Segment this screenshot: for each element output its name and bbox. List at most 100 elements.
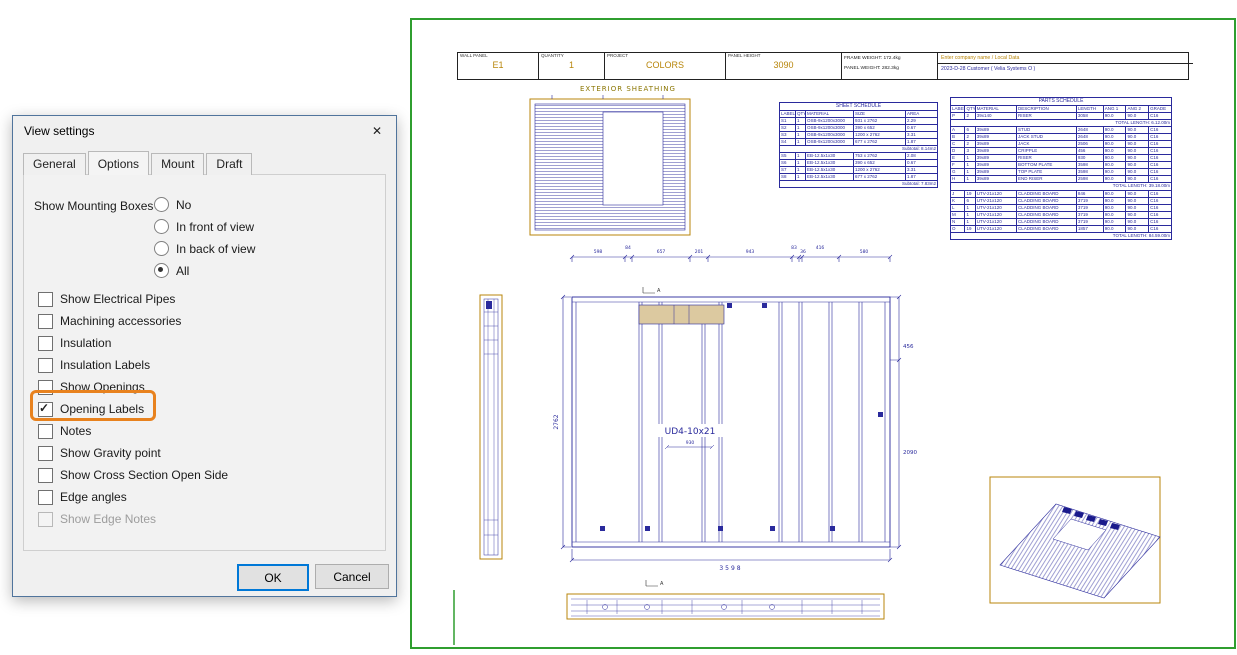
dim-top-1: 84 bbox=[625, 245, 631, 251]
radio-circle[interactable] bbox=[154, 241, 169, 256]
checkbox-box[interactable] bbox=[38, 380, 53, 395]
checkbox-box-disabled bbox=[38, 512, 53, 527]
dim-top-4: 943 bbox=[746, 249, 755, 255]
title-block-panel-height: PANEL HEIGHT 3090 bbox=[726, 53, 842, 79]
wall-panel-value: E1 bbox=[458, 59, 538, 72]
checkbox-label: Opening Labels bbox=[60, 402, 144, 416]
checkbox-box-checked[interactable] bbox=[38, 402, 53, 417]
sheet-schedule-table: SHEET SCHEDULE LABEL QTY MATERIAL SIZE A… bbox=[779, 102, 937, 188]
checkbox-label: Show Gravity point bbox=[60, 446, 161, 460]
panel-weight: PANEL WEIGHT: 282.3kg bbox=[842, 63, 937, 73]
checkbox-box[interactable] bbox=[38, 424, 53, 439]
dim-top-2: 657 bbox=[657, 249, 666, 255]
checkbox-box[interactable] bbox=[38, 468, 53, 483]
side-edge-view bbox=[480, 295, 502, 559]
tab-draft[interactable]: Draft bbox=[206, 153, 252, 175]
title-block-project: PROJECT COLORS bbox=[605, 53, 726, 79]
dialog-titlebar[interactable]: View settings bbox=[13, 116, 396, 146]
dim-right-bottom: 2090 bbox=[903, 450, 917, 456]
dim-right-top: 456 bbox=[903, 344, 914, 350]
checkbox-box[interactable] bbox=[38, 336, 53, 351]
top-dimension-chain: 598 84 657 201 943 83 36 416 580 bbox=[570, 245, 892, 262]
section-marker-bottom: A bbox=[660, 581, 664, 587]
radio-in-front-of-view[interactable]: In front of view bbox=[154, 219, 254, 234]
project-value: COLORS bbox=[605, 59, 725, 72]
cancel-button[interactable]: Cancel bbox=[315, 564, 389, 589]
checkbox-list: Show Electrical Pipes Machining accessor… bbox=[38, 288, 228, 530]
checkbox-box[interactable] bbox=[38, 490, 53, 505]
cad-viewport: EXTERIOR SHEATHING 598 84 657 201 943 83… bbox=[410, 18, 1236, 649]
title-block-company: Enter company name / Local Data 2023-D-2… bbox=[938, 53, 1193, 79]
frame-weight: FRAME WEIGHT: 172.4kg bbox=[842, 53, 937, 63]
dim-left: 2762 bbox=[553, 414, 560, 429]
dim-top-0: 598 bbox=[594, 249, 603, 255]
dim-top-7: 416 bbox=[816, 245, 825, 251]
title-block: WALL PANEL E1 QUANTITY 1 PROJECT COLORS … bbox=[457, 52, 1189, 80]
sheathing-view: EXTERIOR SHEATHING bbox=[530, 85, 690, 235]
checkbox-opening-labels[interactable]: Opening Labels bbox=[38, 398, 228, 420]
section-marker-top: A bbox=[657, 288, 661, 294]
tab-mount[interactable]: Mount bbox=[151, 153, 204, 175]
checkbox-box[interactable] bbox=[38, 358, 53, 373]
company-line: Enter company name / Local Data bbox=[938, 53, 1193, 64]
sheet-schedule-title: SHEET SCHEDULE bbox=[780, 103, 938, 111]
radio-label: In front of view bbox=[176, 220, 254, 234]
checkbox-show-cross-section-open-side[interactable]: Show Cross Section Open Side bbox=[38, 464, 228, 486]
door-header bbox=[639, 305, 724, 324]
radio-label: No bbox=[176, 198, 191, 212]
checkbox-show-gravity-point[interactable]: Show Gravity point bbox=[38, 442, 228, 464]
checkbox-label: Show Cross Section Open Side bbox=[60, 468, 228, 482]
checkbox-show-electrical-pipes[interactable]: Show Electrical Pipes bbox=[38, 288, 228, 310]
mounting-boxes bbox=[600, 303, 883, 531]
tab-general[interactable]: General bbox=[23, 153, 86, 175]
radio-in-back-of-view[interactable]: In back of view bbox=[154, 241, 255, 256]
customer-line: 2023-D-28 Customer ( Velia Systems O ) bbox=[938, 64, 1193, 73]
checkbox-label: Edge angles bbox=[60, 490, 127, 504]
radio-circle[interactable] bbox=[154, 197, 169, 212]
checkbox-label: Show Edge Notes bbox=[60, 512, 156, 526]
tab-strip: General Options Mount Draft bbox=[23, 153, 254, 175]
dim-bottom: 3598 bbox=[719, 565, 742, 572]
checkbox-label: Insulation bbox=[60, 336, 111, 350]
radio-no[interactable]: No bbox=[154, 197, 191, 212]
dialog-title: View settings bbox=[24, 124, 94, 138]
checkbox-show-edge-notes: Show Edge Notes bbox=[38, 508, 228, 530]
dim-top-5: 83 bbox=[791, 245, 797, 251]
bottom-plan-view bbox=[567, 594, 884, 619]
options-tab-panel: Show Mounting Boxes No In front of view … bbox=[23, 174, 386, 551]
checkbox-notes[interactable]: Notes bbox=[38, 420, 228, 442]
checkbox-box[interactable] bbox=[38, 314, 53, 329]
dim-top-6: 36 bbox=[800, 249, 806, 255]
dim-top-8: 580 bbox=[860, 249, 869, 255]
radio-circle[interactable] bbox=[154, 219, 169, 234]
checkbox-insulation[interactable]: Insulation bbox=[38, 332, 228, 354]
title-block-quantity: QUANTITY 1 bbox=[539, 53, 605, 79]
dim-top-3: 201 bbox=[695, 249, 704, 255]
parts-schedule-title: PARTS SCHEDULE bbox=[951, 98, 1172, 106]
radio-all[interactable]: All bbox=[154, 263, 189, 278]
parts-schedule-table: PARTS SCHEDULE LABEL QTY MATERIAL DESCRI… bbox=[950, 97, 1172, 240]
checkbox-show-openings[interactable]: Show Openings bbox=[38, 376, 228, 398]
frame-elevation-view: UD4-10x21 930 bbox=[572, 297, 890, 547]
checkbox-box[interactable] bbox=[38, 446, 53, 461]
checkbox-edge-angles[interactable]: Edge angles bbox=[38, 486, 228, 508]
checkbox-label: Insulation Labels bbox=[60, 358, 150, 372]
sheathing-view-title: EXTERIOR SHEATHING bbox=[580, 85, 676, 93]
checkbox-label: Show Electrical Pipes bbox=[60, 292, 175, 306]
checkbox-machining-accessories[interactable]: Machining accessories bbox=[38, 310, 228, 332]
opening-label: UD4-10x21 bbox=[665, 427, 716, 437]
radio-label: In back of view bbox=[176, 242, 255, 256]
title-block-weights: FRAME WEIGHT: 172.4kg PANEL WEIGHT: 282.… bbox=[842, 53, 938, 79]
view-settings-dialog: View settings ✕ General Options Mount Dr… bbox=[12, 115, 397, 597]
radio-label: All bbox=[176, 264, 189, 278]
radio-circle-selected[interactable] bbox=[154, 263, 169, 278]
tab-options[interactable]: Options bbox=[88, 151, 149, 175]
close-icon[interactable]: ✕ bbox=[359, 117, 395, 145]
opening-width-dim: 930 bbox=[686, 440, 695, 446]
checkbox-insulation-labels[interactable]: Insulation Labels bbox=[38, 354, 228, 376]
title-block-wall-panel: WALL PANEL E1 bbox=[458, 53, 539, 79]
panel-height-value: 3090 bbox=[726, 59, 841, 72]
checkbox-box[interactable] bbox=[38, 292, 53, 307]
checkbox-label: Notes bbox=[60, 424, 91, 438]
ok-button[interactable]: OK bbox=[237, 564, 309, 591]
